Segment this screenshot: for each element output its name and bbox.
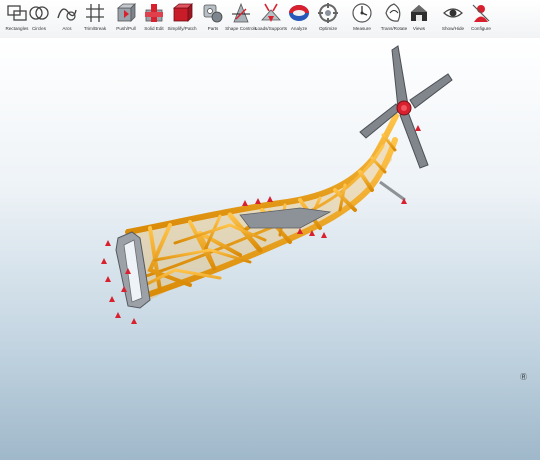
- tool-label: Parts: [207, 26, 219, 31]
- tool-views[interactable]: Views: [402, 2, 436, 36]
- main-rotor: [359, 45, 453, 169]
- tool-label: Configure: [471, 26, 491, 31]
- model-viewport[interactable]: Ⓡ: [0, 38, 540, 460]
- configure-icon: [472, 4, 490, 22]
- tool-label: Measure: [353, 26, 371, 31]
- simplify-patch-icon: [172, 3, 193, 22]
- ribbon-toolbar: Rectangles Circles Arcs Trim/Break Push/…: [0, 0, 540, 39]
- trim-break-icon: [86, 4, 104, 22]
- tool-label: Circles: [31, 26, 47, 31]
- tool-shape-controls[interactable]: Shape Controls: [224, 2, 258, 36]
- triad-icon: Ⓡ: [520, 374, 527, 381]
- tool-optimize[interactable]: Optimize: [311, 2, 345, 36]
- tool-label: Solid Edit: [144, 26, 164, 31]
- tool-label: Trim/Break: [83, 26, 107, 31]
- views-icon: [411, 5, 427, 21]
- tool-label: Analyze: [290, 26, 308, 31]
- view-triad[interactable]: Ⓡ: [520, 373, 540, 383]
- tool-label: Views: [412, 26, 426, 31]
- tool-label: Arcs: [62, 26, 72, 31]
- tool-label: Push/Pull: [116, 26, 136, 31]
- optimize-icon: [318, 3, 338, 23]
- show-hide-icon: [443, 8, 463, 18]
- tool-trim-break[interactable]: Trim/Break: [78, 2, 112, 36]
- tool-measure[interactable]: Measure: [345, 2, 379, 36]
- parts-icon: [203, 4, 223, 23]
- push-pull-icon: [116, 3, 136, 22]
- measure-icon: [352, 3, 372, 23]
- loads-supports-icon: [261, 3, 281, 22]
- tool-configure[interactable]: Configure: [464, 2, 498, 36]
- arcs-icon: [57, 8, 77, 21]
- tail-spar: [379, 180, 406, 202]
- solid-edit-icon: [145, 4, 163, 22]
- tool-label: Optimize: [318, 26, 338, 31]
- tool-label: Show/Hide: [441, 26, 465, 31]
- tool-simplify-patch[interactable]: Simplify/Patch: [165, 2, 199, 36]
- circles-icon: [29, 6, 49, 20]
- helicopter-frame-model[interactable]: [0, 38, 540, 460]
- truss-members: [125, 113, 399, 303]
- tool-label: Shape Controls: [225, 26, 257, 31]
- tool-label: Simplify/Patch: [167, 26, 197, 31]
- shape-controls-icon: [232, 2, 250, 23]
- analyze-icon: [289, 5, 309, 21]
